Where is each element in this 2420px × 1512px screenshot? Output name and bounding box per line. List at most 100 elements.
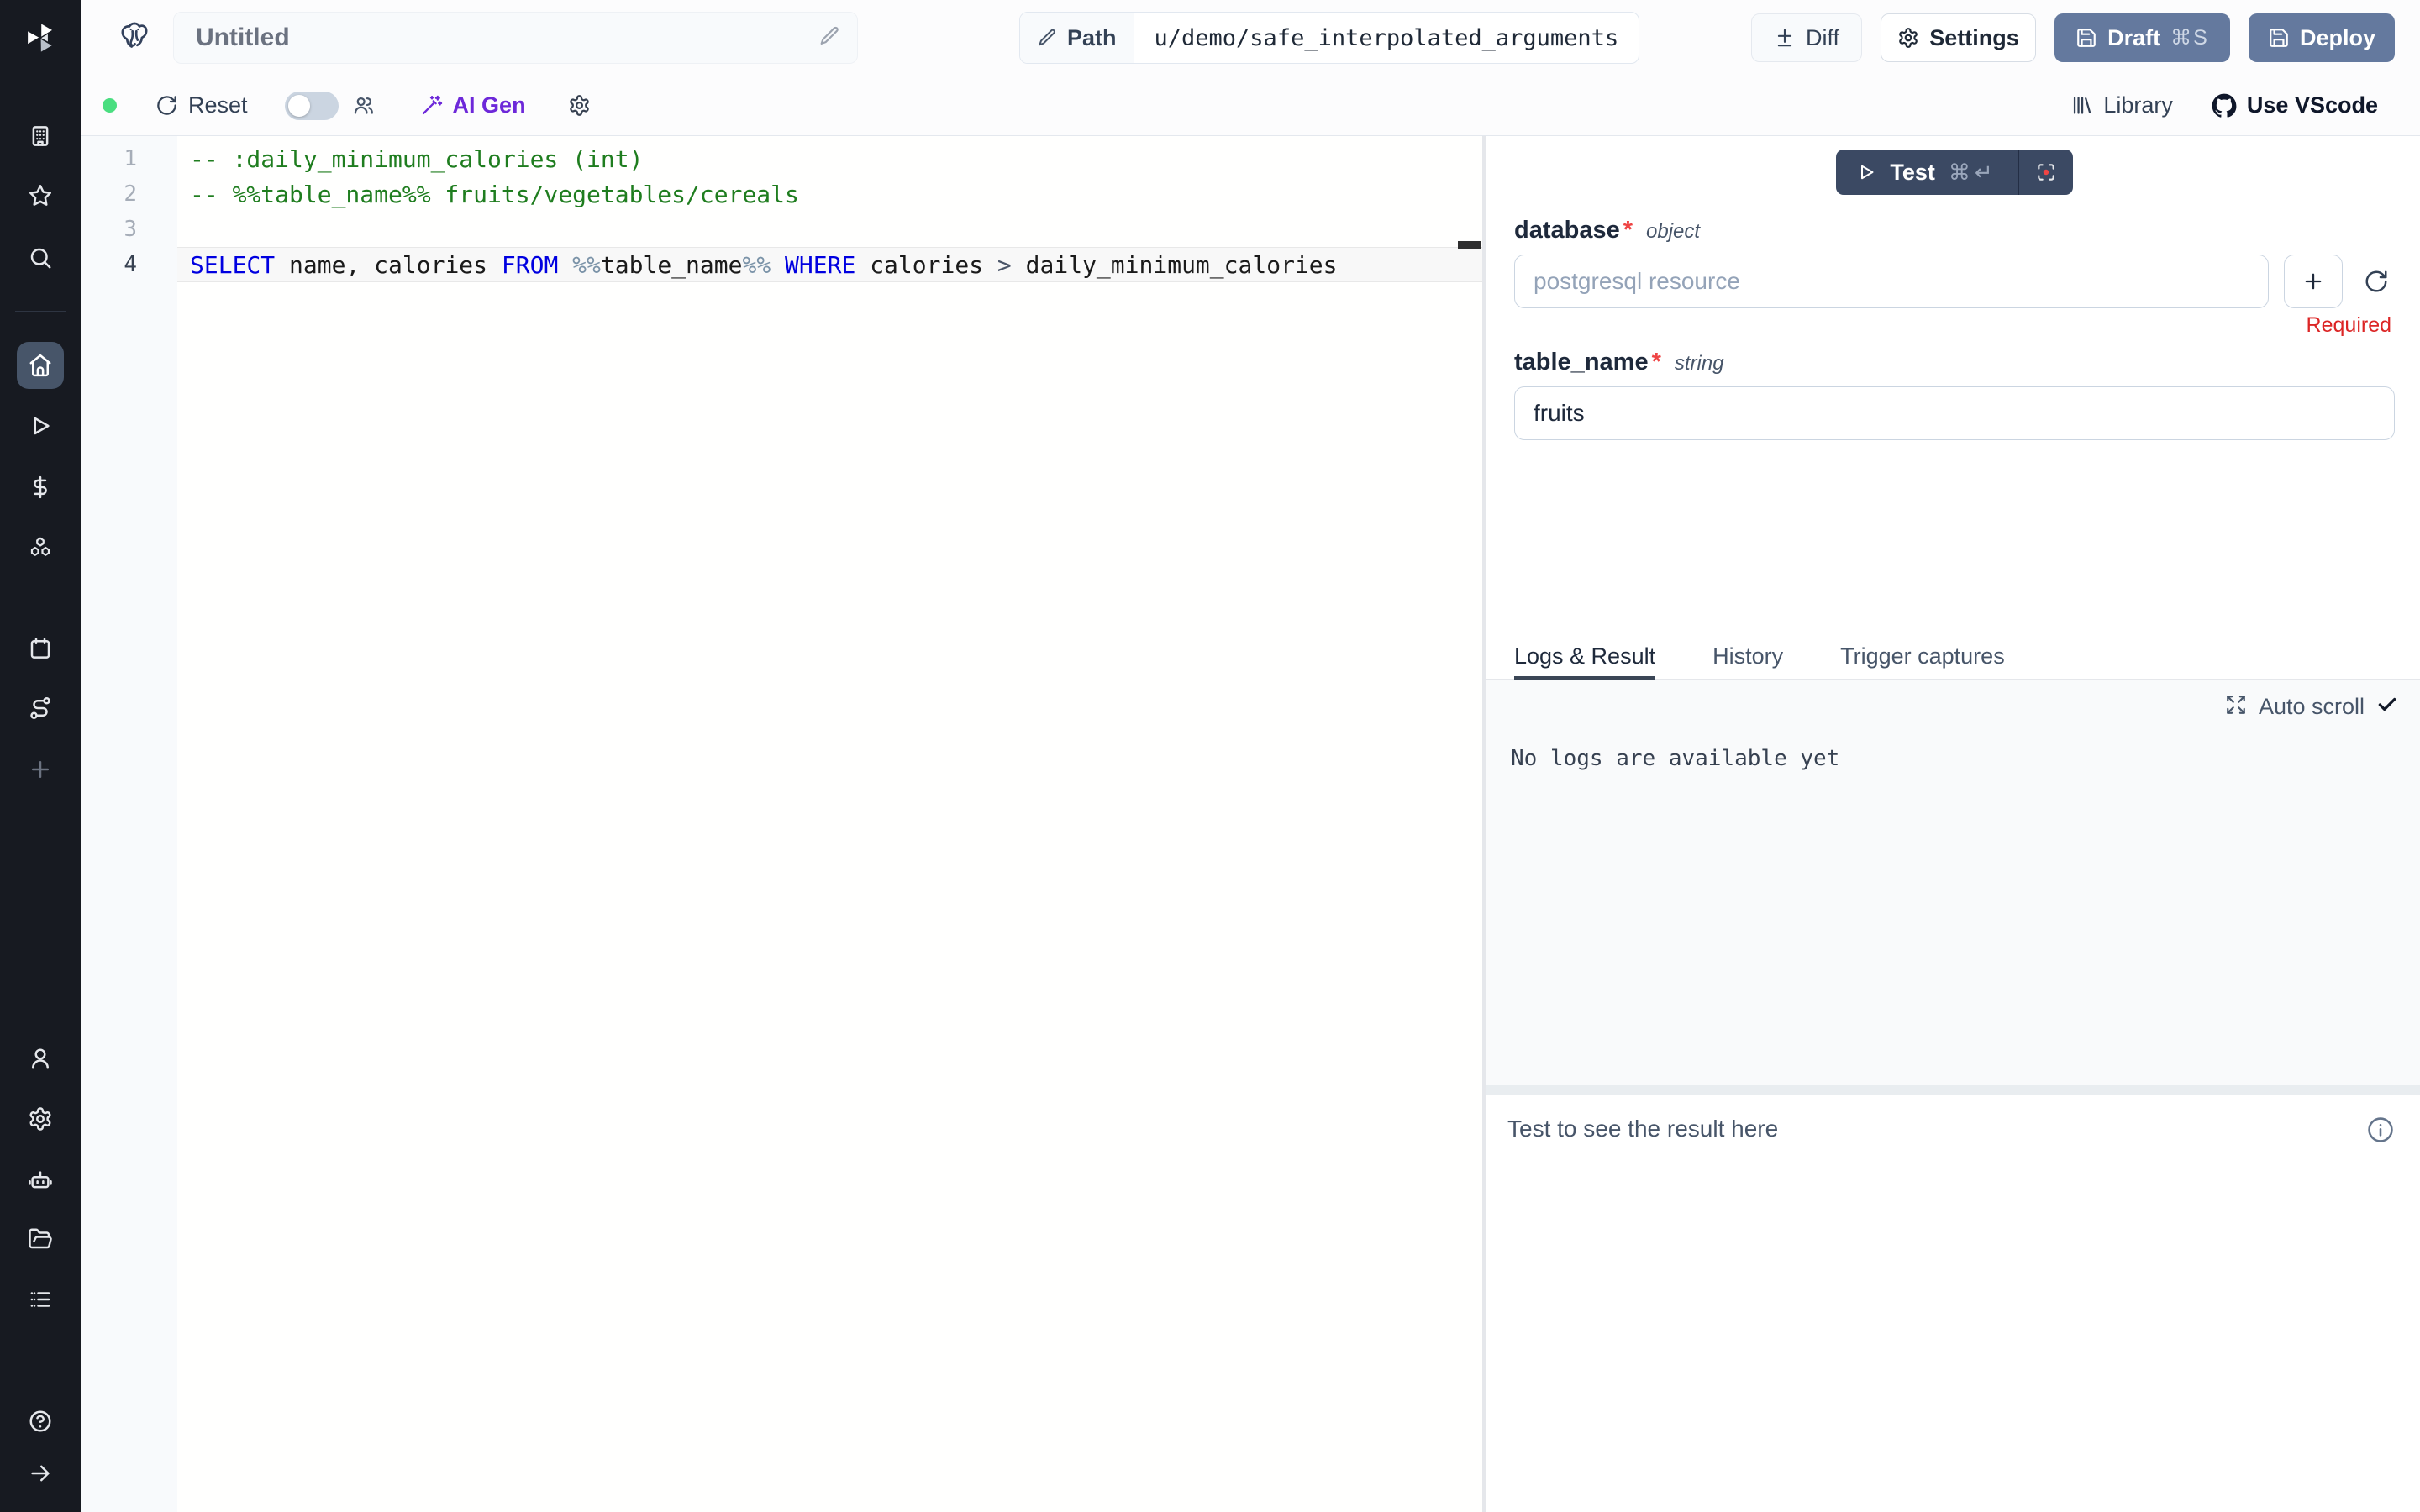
auto-scroll-label: Auto scroll: [2259, 694, 2365, 720]
code-line[interactable]: [177, 212, 1482, 247]
path-field[interactable]: Path u/demo/safe_interpolated_arguments: [1019, 12, 1639, 64]
sidebar-item-workers[interactable]: [0, 1168, 81, 1193]
sidebar-item-runs[interactable]: [0, 413, 81, 438]
wand-sparkles-icon: [420, 94, 443, 117]
sidebar: [0, 0, 81, 1512]
ai-gen-button[interactable]: AI Gen: [420, 92, 526, 118]
dollar-icon: [28, 475, 53, 500]
refresh-icon: [2364, 269, 2389, 294]
code-line[interactable]: SELECT name, calories FROM %%table_name%…: [177, 247, 1482, 282]
user-icon: [28, 1046, 53, 1071]
plus-icon: [2302, 270, 2325, 293]
logs-result-splitter[interactable]: [1486, 1085, 2420, 1095]
gear-icon: [1897, 27, 1919, 49]
pencil-icon: [1037, 28, 1057, 48]
capture-button[interactable]: [2019, 150, 2073, 195]
folder-open-icon: [28, 1226, 53, 1252]
run-tabs: Logs & Result History Trigger captures: [1486, 640, 2420, 680]
search-icon: [28, 245, 53, 270]
line-number: 3: [81, 212, 177, 247]
sidebar-item-variables[interactable]: [0, 475, 81, 500]
sidebar-item-favorites[interactable]: [0, 183, 81, 208]
logs-empty-message: No logs are available yet: [1511, 746, 1839, 771]
sidebar-item-triggers[interactable]: [0, 696, 81, 721]
script-settings-icon[interactable]: [568, 94, 591, 117]
sidebar-item-resources[interactable]: [0, 535, 81, 560]
sidebar-item-help[interactable]: [0, 1409, 81, 1434]
script-title: Untitled: [196, 24, 290, 52]
info-icon[interactable]: [2366, 1116, 2395, 1148]
code-editor[interactable]: 1234 -- :daily_minimum_calories (int)-- …: [81, 136, 1482, 1512]
windmill-logo[interactable]: [0, 20, 81, 55]
test-button[interactable]: Test ⌘↵: [1836, 150, 2017, 195]
editor-toolbar: Reset AI Gen: [81, 76, 2420, 136]
settings-button[interactable]: Settings: [1881, 13, 2036, 62]
tab-logs-result[interactable]: Logs & Result: [1514, 640, 1655, 680]
bot-icon: [28, 1168, 53, 1193]
tab-trigger-captures[interactable]: Trigger captures: [1840, 640, 2005, 680]
database-input[interactable]: [1514, 255, 2269, 308]
expand-logs-button[interactable]: [2225, 694, 2247, 720]
arrow-right-icon: [28, 1461, 53, 1486]
capture-icon: [2035, 161, 2057, 183]
reset-button[interactable]: Reset: [155, 92, 248, 118]
deploy-button[interactable]: Deploy: [2249, 13, 2395, 62]
editor-gutter: 1234: [81, 141, 177, 282]
home-icon: [28, 353, 53, 378]
sidebar-item-folders[interactable]: [0, 1226, 81, 1252]
expand-icon: [2225, 694, 2247, 716]
users-icon[interactable]: [352, 94, 375, 117]
help-icon: [28, 1409, 53, 1434]
line-number: 1: [81, 141, 177, 176]
sidebar-item-add[interactable]: [0, 757, 81, 782]
sidebar-item-home[interactable]: [17, 342, 64, 389]
code-line[interactable]: -- :daily_minimum_calories (int): [177, 141, 1482, 176]
library-button[interactable]: Library: [2070, 92, 2173, 118]
test-button-group: Test ⌘↵: [1836, 150, 2072, 195]
field-label-database: database* object: [1514, 217, 2395, 244]
tab-history[interactable]: History: [1712, 640, 1783, 680]
refresh-resources-button[interactable]: [2358, 269, 2395, 294]
gear-icon: [28, 1106, 53, 1131]
sidebar-item-settings[interactable]: [0, 1106, 81, 1131]
play-icon: [1856, 162, 1876, 182]
result-pane: Test to see the result here: [1486, 1095, 2420, 1512]
path-value[interactable]: u/demo/safe_interpolated_arguments: [1134, 13, 1639, 63]
code-line[interactable]: -- %%table_name%% fruits/vegetables/cere…: [177, 176, 1482, 212]
script-title-input[interactable]: Untitled: [173, 12, 858, 64]
plus-icon: [28, 757, 53, 782]
auto-scroll-checkbox[interactable]: [2376, 694, 2398, 720]
building-icon: [28, 123, 53, 149]
editor-lines: -- :daily_minimum_calories (int)-- %%tab…: [177, 141, 1482, 282]
windmill-app: Untitled Path u/demo/safe_interpolated_a…: [0, 0, 2420, 1512]
diff-mode-toggle[interactable]: [285, 92, 339, 120]
github-icon: [2212, 93, 2237, 118]
draft-shortcut: ⌘S: [2170, 25, 2209, 50]
calendar-icon: [28, 636, 53, 661]
draft-button[interactable]: Draft ⌘S: [2054, 13, 2230, 62]
save-icon: [2075, 27, 2097, 49]
library-icon: [2070, 94, 2093, 117]
play-icon: [28, 413, 53, 438]
sidebar-item-users[interactable]: [0, 1046, 81, 1071]
cubes-icon: [28, 535, 53, 560]
sidebar-item-schedules[interactable]: [0, 636, 81, 661]
line-number: 4: [81, 247, 177, 282]
run-form: Test ⌘↵: [1486, 136, 2420, 640]
use-vscode-button[interactable]: Use VScode: [2212, 92, 2378, 118]
overview-ruler-mark: [1458, 241, 1481, 249]
sidebar-item-workspace[interactable]: [0, 123, 81, 149]
list-icon: [28, 1287, 53, 1312]
add-resource-button[interactable]: [2284, 255, 2343, 308]
table-name-input[interactable]: [1514, 386, 2395, 440]
star-icon: [28, 183, 53, 208]
pencil-icon[interactable]: [818, 25, 840, 51]
diff-button[interactable]: Diff: [1751, 13, 1862, 62]
sidebar-item-search[interactable]: [0, 245, 81, 270]
field-label-table-name: table_name* string: [1514, 349, 2395, 376]
postgresql-icon: [118, 19, 151, 57]
sidebar-item-collapse[interactable]: [0, 1461, 81, 1486]
route-icon: [28, 696, 53, 721]
sidebar-item-logs[interactable]: [0, 1287, 81, 1312]
editor-gutter-background: [81, 136, 177, 1512]
